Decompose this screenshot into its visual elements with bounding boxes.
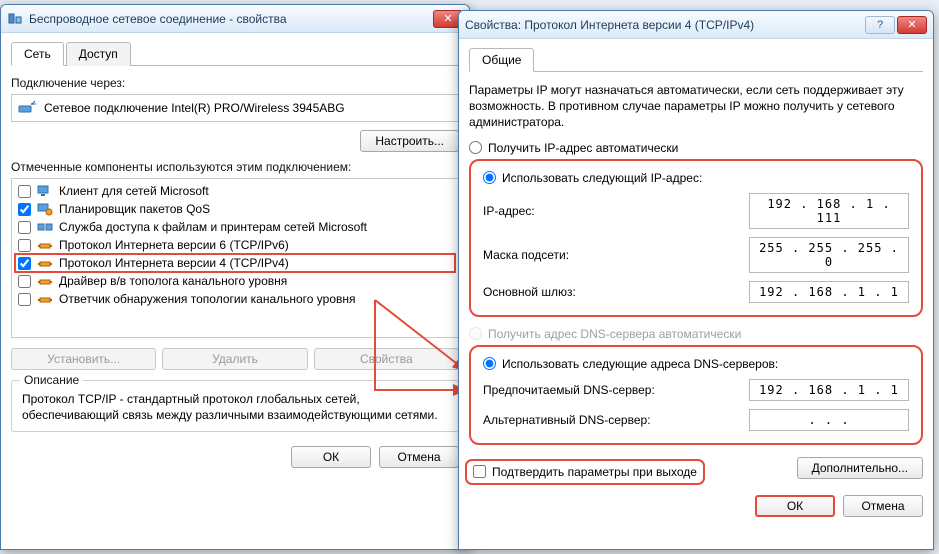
proto-icon [37,238,53,252]
radio-dns-auto [469,327,482,340]
proto-icon [37,292,53,306]
ip-manual-radio[interactable]: Использовать следующий IP-адрес: [483,171,909,185]
list-item[interactable]: Ответчик обнаружения топологии канальног… [15,290,455,308]
tab-network[interactable]: Сеть [11,42,64,66]
proto-icon [37,256,53,270]
list-item[interactable]: Клиент для сетей Microsoft [15,182,455,200]
component-checkbox[interactable] [18,293,31,306]
dns-alt-label: Альтернативный DNS-сервер: [483,413,749,427]
tcpip-properties-window: Свойства: Протокол Интернета версии 4 (T… [458,10,934,550]
client-icon [37,184,53,198]
close-button[interactable]: ✕ [897,16,927,34]
proto-icon [37,274,53,288]
components-list[interactable]: Клиент для сетей Microsoft Планировщик па… [11,178,459,338]
description-group: Описание Протокол TCP/IP - стандартный п… [11,380,459,432]
component-label: Клиент для сетей Microsoft [59,184,209,198]
titlebar[interactable]: Свойства: Протокол Интернета версии 4 (T… [459,11,933,39]
gateway-input[interactable]: 192 . 168 . 1 . 1 [749,281,909,303]
radio-ip-auto[interactable] [469,141,482,154]
share-icon [37,220,53,234]
list-item[interactable]: Планировщик пакетов QoS [15,200,455,218]
subnet-mask-label: Маска подсети: [483,248,749,262]
titlebar[interactable]: Беспроводное сетевое соединение - свойст… [1,5,469,33]
install-button[interactable]: Установить... [11,348,156,370]
component-checkbox[interactable] [18,185,31,198]
info-text: Параметры IP могут назначаться автоматич… [469,82,923,131]
window-title: Беспроводное сетевое соединение - свойст… [29,12,433,26]
component-checkbox[interactable] [18,203,31,216]
connection-properties-window: Беспроводное сетевое соединение - свойст… [0,4,470,550]
component-label: Планировщик пакетов QoS [59,202,210,216]
subnet-mask-input[interactable]: 255 . 255 . 255 . 0 [749,237,909,273]
component-label: Протокол Интернета версии 4 (TCP/IPv4) [59,256,289,270]
ip-address-input[interactable]: 192 . 168 . 1 . 111 [749,193,909,229]
component-checkbox[interactable] [18,239,31,252]
ip-manual-group: Использовать следующий IP-адрес: IP-адре… [469,159,923,317]
ip-auto-radio[interactable]: Получить IP-адрес автоматически [469,141,923,155]
description-text: Протокол TCP/IP - стандартный протокол г… [22,391,448,423]
list-item[interactable]: Протокол Интернета версии 6 (TCP/IPv6) [15,236,455,254]
radio-dns-manual[interactable] [483,357,496,370]
radio-ip-manual[interactable] [483,171,496,184]
list-item[interactable]: Протокол Интернета версии 4 (TCP/IPv4) [15,254,455,272]
component-checkbox[interactable] [18,275,31,288]
qos-icon [37,202,53,216]
network-icon [7,11,23,27]
uninstall-button[interactable]: Удалить [162,348,307,370]
help-button[interactable]: ? [865,16,895,34]
validate-checkbox[interactable] [473,465,486,478]
dns-preferred-input[interactable]: 192 . 168 . 1 . 1 [749,379,909,401]
adapter-icon [18,100,36,116]
list-item[interactable]: Служба доступа к файлам и принтерам сете… [15,218,455,236]
connect-via-label: Подключение через: [11,76,459,90]
configure-button[interactable]: Настроить... [360,130,459,152]
ip-address-label: IP-адрес: [483,204,749,218]
component-checkbox[interactable] [18,221,31,234]
advanced-button[interactable]: Дополнительно... [797,457,923,479]
list-item[interactable]: Драйвер в/в тополога канального уровня [15,272,455,290]
dns-manual-group: Использовать следующие адреса DNS-сервер… [469,345,923,445]
tabstrip: Сеть Доступ [11,41,459,66]
dns-alt-input[interactable]: . . . [749,409,909,431]
component-checkbox[interactable] [18,257,31,270]
validate-on-exit-row[interactable]: Подтвердить параметры при выходе [469,463,701,481]
cancel-button[interactable]: Отмена [843,495,923,517]
components-label: Отмеченные компоненты используются этим … [11,160,459,174]
description-legend: Описание [20,373,83,387]
component-label: Служба доступа к файлам и принтерам сете… [59,220,367,234]
ok-button[interactable]: ОК [291,446,371,468]
component-label: Протокол Интернета версии 6 (TCP/IPv6) [59,238,289,252]
component-label: Ответчик обнаружения топологии канальног… [59,292,356,306]
window-title: Свойства: Протокол Интернета версии 4 (T… [465,18,865,32]
tab-general[interactable]: Общие [469,48,534,72]
component-label: Драйвер в/в тополога канального уровня [59,274,287,288]
gateway-label: Основной шлюз: [483,285,749,299]
ok-button[interactable]: ОК [755,495,835,517]
properties-button[interactable]: Свойства [314,348,459,370]
tab-access[interactable]: Доступ [66,42,131,66]
dns-preferred-label: Предпочитаемый DNS-сервер: [483,383,749,397]
adapter-name: Сетевое подключение Intel(R) PRO/Wireles… [44,101,345,115]
adapter-box: Сетевое подключение Intel(R) PRO/Wireles… [11,94,459,122]
dns-manual-radio[interactable]: Использовать следующие адреса DNS-сервер… [483,357,909,371]
cancel-button[interactable]: Отмена [379,446,459,468]
dns-auto-radio: Получить адрес DNS-сервера автоматически [469,327,923,341]
